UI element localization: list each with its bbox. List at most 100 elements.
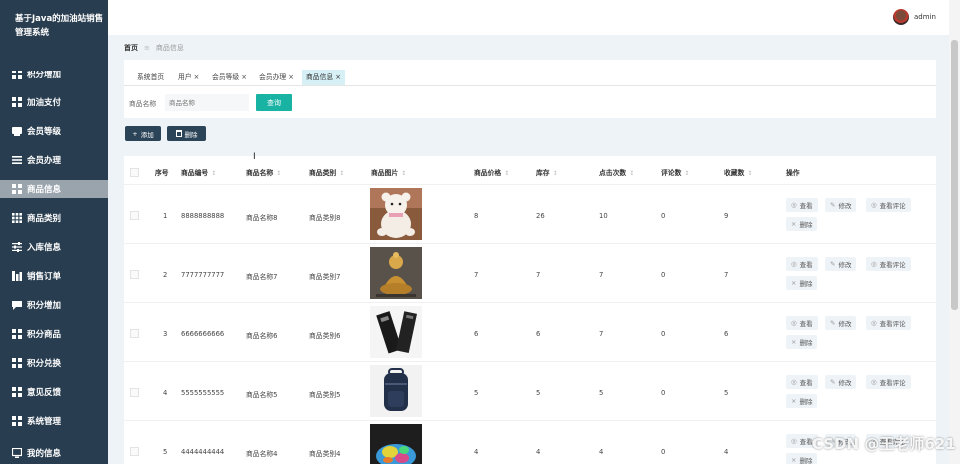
view-comments-button[interactable]: ◎ 查看评论: [866, 198, 911, 212]
delete-button[interactable]: 删除: [167, 126, 206, 141]
page-scrollbar[interactable]: [949, 0, 960, 464]
product-image[interactable]: [370, 306, 422, 358]
sort-icon[interactable]: ↕: [211, 170, 216, 177]
view-comments-button[interactable]: ◎ 查看评论: [866, 257, 911, 271]
sort-icon[interactable]: ↕: [747, 170, 752, 177]
cell-price: 8: [474, 212, 479, 220]
table-row[interactable]: 4 5555555555 商品名称5 商品类别5 5 5 5 0 5 ◎ 查看 ✎ 修改 ◎ 查看评论 × 删除: [124, 361, 936, 419]
edit-button[interactable]: ✎ 修改: [825, 198, 857, 212]
tab[interactable]: 会员办理 ×: [255, 70, 298, 85]
row-checkbox[interactable]: [130, 388, 139, 397]
view-button[interactable]: ◎ 查看: [786, 375, 818, 389]
tab-label: 用户: [178, 73, 192, 81]
close-icon: ×: [791, 456, 797, 464]
sidebar-item[interactable]: 商品信息: [0, 180, 108, 198]
delete-row-button[interactable]: × 删除: [786, 335, 818, 349]
search-input[interactable]: [165, 94, 249, 111]
header-image[interactable]: 商品图片 ↕: [371, 167, 406, 177]
row-checkbox[interactable]: [130, 447, 139, 456]
table-row[interactable]: 3 6666666666 商品名称6 商品类别6 6 6 7 0 6 ◎ 查看 ✎ 修改 ◎ 查看评论 × 删除: [124, 302, 936, 360]
sort-icon[interactable]: ↕: [629, 170, 634, 177]
sidebar-item[interactable]: 积分兑换: [0, 354, 108, 372]
avatar[interactable]: [893, 9, 909, 25]
action-label: 查看: [799, 438, 813, 446]
cell-index: 5: [163, 448, 168, 456]
product-image[interactable]: [370, 365, 422, 417]
sort-icon[interactable]: ↕: [684, 170, 689, 177]
sidebar-item[interactable]: 积分增加: [0, 296, 108, 314]
row-checkbox[interactable]: [130, 329, 139, 338]
sidebar-item[interactable]: 积分增加: [0, 71, 108, 83]
scroll-thumb[interactable]: [951, 40, 958, 310]
tab[interactable]: 商品信息 ×: [302, 70, 345, 85]
sidebar-item[interactable]: 加油支付: [0, 93, 108, 111]
product-image[interactable]: [370, 247, 422, 299]
header-category[interactable]: 商品类别 ↕: [309, 167, 344, 177]
sort-icon[interactable]: ↕: [401, 170, 406, 177]
row-checkbox[interactable]: [130, 270, 139, 279]
view-comments-button[interactable]: ◎ 查看评论: [866, 375, 911, 389]
edit-icon: ✎: [830, 260, 836, 268]
close-icon[interactable]: ×: [335, 73, 341, 81]
edit-button[interactable]: ✎ 修改: [825, 257, 857, 271]
tab[interactable]: 系统首页: [133, 70, 168, 85]
sidebar-item[interactable]: 销售订单: [0, 267, 108, 285]
eye-icon: ◎: [791, 201, 797, 209]
edit-button[interactable]: ✎ 修改: [825, 316, 857, 330]
sidebar-item[interactable]: 意见反馈: [0, 383, 108, 401]
sidebar-item[interactable]: 入库信息: [0, 238, 108, 256]
header-price[interactable]: 商品价格 ↕: [474, 167, 509, 177]
close-icon[interactable]: ×: [288, 73, 294, 81]
delete-row-button[interactable]: × 删除: [786, 276, 818, 290]
tab-label: 会员等级: [212, 73, 240, 81]
view-button[interactable]: ◎ 查看: [786, 198, 818, 212]
tab-label: 会员办理: [259, 73, 287, 81]
list-icon: [12, 155, 22, 165]
header-favorites[interactable]: 收藏数 ↕: [724, 167, 752, 177]
edit-button[interactable]: ✎ 修改: [825, 375, 857, 389]
row-checkbox[interactable]: [130, 211, 139, 220]
sort-icon[interactable]: ↕: [276, 170, 281, 177]
sliders-icon: [12, 242, 22, 252]
sidebar-item[interactable]: 商品类别: [0, 209, 108, 227]
cell-clicks: 5: [599, 389, 604, 397]
delete-row-button[interactable]: × 删除: [786, 394, 818, 408]
delete-row-button[interactable]: × 删除: [786, 217, 818, 231]
breadcrumb-separator: ≡: [144, 44, 150, 52]
app-title: 基于Java的加油站销售管理系统: [15, 14, 104, 38]
sidebar-item[interactable]: 系统管理: [0, 412, 108, 430]
product-image[interactable]: [370, 424, 422, 464]
add-button[interactable]: + 添加: [125, 126, 161, 141]
username[interactable]: admin: [914, 13, 936, 21]
header-comments[interactable]: 评论数 ↕: [661, 167, 689, 177]
tab[interactable]: 会员等级 ×: [208, 70, 251, 85]
sort-icon[interactable]: ↕: [553, 170, 558, 177]
sidebar-item[interactable]: 会员办理: [0, 151, 108, 169]
table-row[interactable]: 2 7777777777 商品名称7 商品类别7 7 7 7 0 7 ◎ 查看 ✎ 修改 ◎ 查看评论 × 删除: [124, 243, 936, 301]
header-name[interactable]: 商品名称 ↕: [246, 167, 281, 177]
sort-icon[interactable]: ↕: [504, 170, 509, 177]
sidebar-item[interactable]: 我的信息: [0, 444, 108, 462]
cell-price: 7: [474, 271, 479, 279]
view-comments-button[interactable]: ◎ 查看评论: [866, 316, 911, 330]
grid-icon: [12, 184, 22, 194]
search-button[interactable]: 查询: [256, 94, 292, 111]
header-clicks[interactable]: 点击次数 ↕: [599, 167, 634, 177]
header-stock[interactable]: 库存 ↕: [536, 167, 558, 177]
select-all-checkbox[interactable]: [130, 168, 139, 177]
sidebar-menu: 积分增加 加油支付 会员等级 会员办理 商品信息 商品类别 入库信息 销售订单 积分增加 积分商品…: [0, 60, 108, 464]
view-button[interactable]: ◎ 查看: [786, 257, 818, 271]
sort-icon[interactable]: ↕: [339, 170, 344, 177]
sidebar-item[interactable]: 会员等级: [0, 122, 108, 140]
tab[interactable]: 用户 ×: [174, 70, 203, 85]
close-icon[interactable]: ×: [194, 73, 200, 81]
delete-row-button[interactable]: × 删除: [786, 453, 818, 464]
sidebar-item[interactable]: 积分商品: [0, 325, 108, 343]
close-icon[interactable]: ×: [241, 73, 247, 81]
search-label: 商品名称: [129, 100, 157, 108]
header-code[interactable]: 商品编号 ↕: [181, 167, 216, 177]
table-row[interactable]: 1 8888888888 商品名称8 商品类别8 8 26 10 0 9 ◎ 查看 ✎ 修改 ◎ 查看评论 ×…: [124, 184, 936, 242]
product-image[interactable]: [370, 188, 422, 240]
breadcrumb-home[interactable]: 首页: [124, 43, 138, 53]
view-button[interactable]: ◎ 查看: [786, 316, 818, 330]
